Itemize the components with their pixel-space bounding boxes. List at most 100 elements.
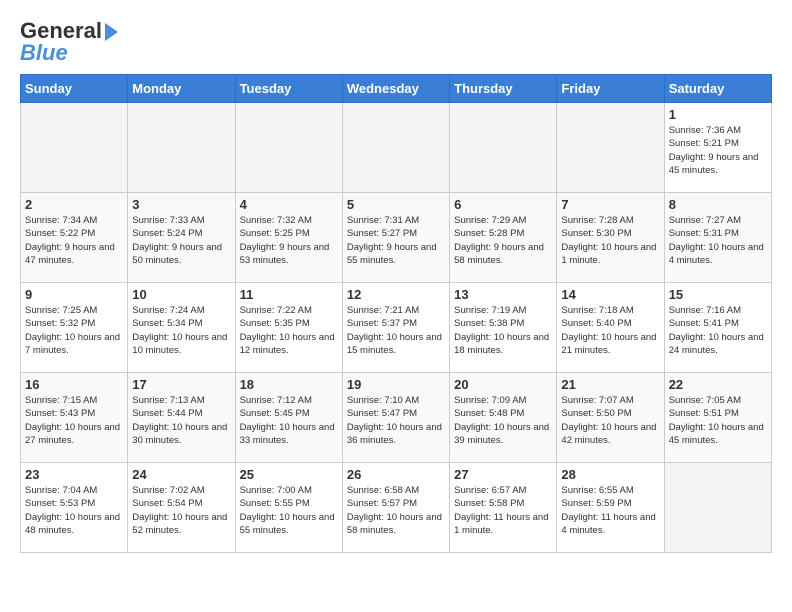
day-number: 5 <box>347 197 445 212</box>
calendar-table: SundayMondayTuesdayWednesdayThursdayFrid… <box>20 74 772 553</box>
day-info: Sunrise: 7:36 AM Sunset: 5:21 PM Dayligh… <box>669 124 767 177</box>
calendar-cell: 18Sunrise: 7:12 AM Sunset: 5:45 PM Dayli… <box>235 373 342 463</box>
calendar-cell: 10 Sunrise: 7:24 AM Sunset: 5:34 PM Dayli… <box>128 283 235 373</box>
calendar-week-row: 16 Sunrise: 7:15 AM Sunset: 5:43 PM Dayli… <box>21 373 772 463</box>
day-number: 7 <box>561 197 659 212</box>
day-number: 20 <box>454 377 552 392</box>
calendar-cell: 2 Sunrise: 7:34 AM Sunset: 5:22 PM Daylig… <box>21 193 128 283</box>
calendar-day-header: Sunday <box>21 75 128 103</box>
day-number: 19 <box>347 377 445 392</box>
calendar-cell <box>342 103 449 193</box>
logo-text-general: General <box>20 20 102 42</box>
day-number: 24 <box>132 467 230 482</box>
calendar-cell: 8 Sunrise: 7:27 AM Sunset: 5:31 PM Daylig… <box>664 193 771 283</box>
day-number: 10 <box>132 287 230 302</box>
calendar-cell: 22Sunrise: 7:05 AM Sunset: 5:51 PM Dayli… <box>664 373 771 463</box>
calendar-cell <box>664 463 771 553</box>
calendar-cell: 16 Sunrise: 7:15 AM Sunset: 5:43 PM Dayli… <box>21 373 128 463</box>
day-info: Sunrise: 7:25 AM Sunset: 5:32 PM Dayligh… <box>25 304 123 357</box>
day-info: Sunrise: 6:58 AM Sunset: 5:57 PM Dayligh… <box>347 484 445 537</box>
day-info: Sunrise: 7:00 AM Sunset: 5:55 PM Dayligh… <box>240 484 338 537</box>
day-info: Sunrise: 7:33 AM Sunset: 5:24 PM Dayligh… <box>132 214 230 267</box>
calendar-week-row: 2 Sunrise: 7:34 AM Sunset: 5:22 PM Daylig… <box>21 193 772 283</box>
day-info: Sunrise: 7:16 AM Sunset: 5:41 PM Dayligh… <box>669 304 767 357</box>
logo: General Blue <box>20 20 118 64</box>
day-info: Sunrise: 6:55 AM Sunset: 5:59 PM Dayligh… <box>561 484 659 537</box>
day-info: Sunrise: 7:34 AM Sunset: 5:22 PM Dayligh… <box>25 214 123 267</box>
day-info: Sunrise: 7:22 AM Sunset: 5:35 PM Dayligh… <box>240 304 338 357</box>
calendar-cell: 9 Sunrise: 7:25 AM Sunset: 5:32 PM Daylig… <box>21 283 128 373</box>
calendar-week-row: 9 Sunrise: 7:25 AM Sunset: 5:32 PM Daylig… <box>21 283 772 373</box>
logo-arrow-icon <box>105 23 118 41</box>
calendar-cell: 1 Sunrise: 7:36 AM Sunset: 5:21 PM Daylig… <box>664 103 771 193</box>
header-area: General Blue <box>20 20 772 64</box>
day-info: Sunrise: 7:27 AM Sunset: 5:31 PM Dayligh… <box>669 214 767 267</box>
calendar-cell: 28 Sunrise: 6:55 AM Sunset: 5:59 PM Dayli… <box>557 463 664 553</box>
logo-text-blue: Blue <box>20 42 68 64</box>
calendar-cell <box>557 103 664 193</box>
calendar-day-header: Tuesday <box>235 75 342 103</box>
calendar-cell <box>128 103 235 193</box>
day-number: 28 <box>561 467 659 482</box>
calendar-cell: 27 Sunrise: 6:57 AM Sunset: 5:58 PM Dayli… <box>450 463 557 553</box>
day-number: 4 <box>240 197 338 212</box>
day-number: 18 <box>240 377 338 392</box>
calendar-cell: 19 Sunrise: 7:10 AM Sunset: 5:47 PM Dayli… <box>342 373 449 463</box>
day-number: 12 <box>347 287 445 302</box>
day-number: 25 <box>240 467 338 482</box>
day-number: 27 <box>454 467 552 482</box>
calendar-cell: 17 Sunrise: 7:13 AM Sunset: 5:44 PM Dayli… <box>128 373 235 463</box>
day-number: 16 <box>25 377 123 392</box>
calendar-cell <box>450 103 557 193</box>
calendar-cell: 21Sunrise: 7:07 AM Sunset: 5:50 PM Dayli… <box>557 373 664 463</box>
calendar-cell: 3 Sunrise: 7:33 AM Sunset: 5:24 PM Daylig… <box>128 193 235 283</box>
day-info: Sunrise: 7:13 AM Sunset: 5:44 PM Dayligh… <box>132 394 230 447</box>
calendar-day-header: Wednesday <box>342 75 449 103</box>
day-info: Sunrise: 7:28 AM Sunset: 5:30 PM Dayligh… <box>561 214 659 267</box>
day-info: Sunrise: 7:32 AM Sunset: 5:25 PM Dayligh… <box>240 214 338 267</box>
day-number: 2 <box>25 197 123 212</box>
day-info: Sunrise: 7:07 AM Sunset: 5:50 PM Dayligh… <box>561 394 659 447</box>
calendar-week-row: 23 Sunrise: 7:04 AM Sunset: 5:53 PM Dayli… <box>21 463 772 553</box>
day-info: Sunrise: 7:19 AM Sunset: 5:38 PM Dayligh… <box>454 304 552 357</box>
day-info: Sunrise: 7:21 AM Sunset: 5:37 PM Dayligh… <box>347 304 445 357</box>
day-info: Sunrise: 7:15 AM Sunset: 5:43 PM Dayligh… <box>25 394 123 447</box>
calendar-header-row: SundayMondayTuesdayWednesdayThursdayFrid… <box>21 75 772 103</box>
calendar-cell: 12 Sunrise: 7:21 AM Sunset: 5:37 PM Dayli… <box>342 283 449 373</box>
calendar-cell: 15 Sunrise: 7:16 AM Sunset: 5:41 PM Dayli… <box>664 283 771 373</box>
calendar-cell: 13 Sunrise: 7:19 AM Sunset: 5:38 PM Dayli… <box>450 283 557 373</box>
calendar-cell: 6 Sunrise: 7:29 AM Sunset: 5:28 PM Daylig… <box>450 193 557 283</box>
calendar-cell <box>235 103 342 193</box>
day-info: Sunrise: 7:05 AM Sunset: 5:51 PM Dayligh… <box>669 394 767 447</box>
calendar-day-header: Thursday <box>450 75 557 103</box>
day-info: Sunrise: 6:57 AM Sunset: 5:58 PM Dayligh… <box>454 484 552 537</box>
calendar-day-header: Friday <box>557 75 664 103</box>
day-number: 15 <box>669 287 767 302</box>
day-info: Sunrise: 7:04 AM Sunset: 5:53 PM Dayligh… <box>25 484 123 537</box>
day-number: 14 <box>561 287 659 302</box>
day-number: 3 <box>132 197 230 212</box>
day-number: 8 <box>669 197 767 212</box>
calendar-cell: 4 Sunrise: 7:32 AM Sunset: 5:25 PM Daylig… <box>235 193 342 283</box>
calendar-cell: 7 Sunrise: 7:28 AM Sunset: 5:30 PM Daylig… <box>557 193 664 283</box>
day-info: Sunrise: 7:09 AM Sunset: 5:48 PM Dayligh… <box>454 394 552 447</box>
calendar-cell: 14Sunrise: 7:18 AM Sunset: 5:40 PM Dayli… <box>557 283 664 373</box>
calendar-cell: 5 Sunrise: 7:31 AM Sunset: 5:27 PM Daylig… <box>342 193 449 283</box>
day-number: 17 <box>132 377 230 392</box>
calendar-cell: 26 Sunrise: 6:58 AM Sunset: 5:57 PM Dayli… <box>342 463 449 553</box>
calendar-cell: 25 Sunrise: 7:00 AM Sunset: 5:55 PM Dayli… <box>235 463 342 553</box>
day-number: 1 <box>669 107 767 122</box>
day-info: Sunrise: 7:10 AM Sunset: 5:47 PM Dayligh… <box>347 394 445 447</box>
day-info: Sunrise: 7:02 AM Sunset: 5:54 PM Dayligh… <box>132 484 230 537</box>
calendar-cell: 23 Sunrise: 7:04 AM Sunset: 5:53 PM Dayli… <box>21 463 128 553</box>
calendar-week-row: 1 Sunrise: 7:36 AM Sunset: 5:21 PM Daylig… <box>21 103 772 193</box>
day-number: 13 <box>454 287 552 302</box>
day-number: 26 <box>347 467 445 482</box>
calendar-day-header: Saturday <box>664 75 771 103</box>
day-info: Sunrise: 7:29 AM Sunset: 5:28 PM Dayligh… <box>454 214 552 267</box>
day-number: 23 <box>25 467 123 482</box>
day-number: 9 <box>25 287 123 302</box>
day-info: Sunrise: 7:31 AM Sunset: 5:27 PM Dayligh… <box>347 214 445 267</box>
day-number: 6 <box>454 197 552 212</box>
day-info: Sunrise: 7:24 AM Sunset: 5:34 PM Dayligh… <box>132 304 230 357</box>
